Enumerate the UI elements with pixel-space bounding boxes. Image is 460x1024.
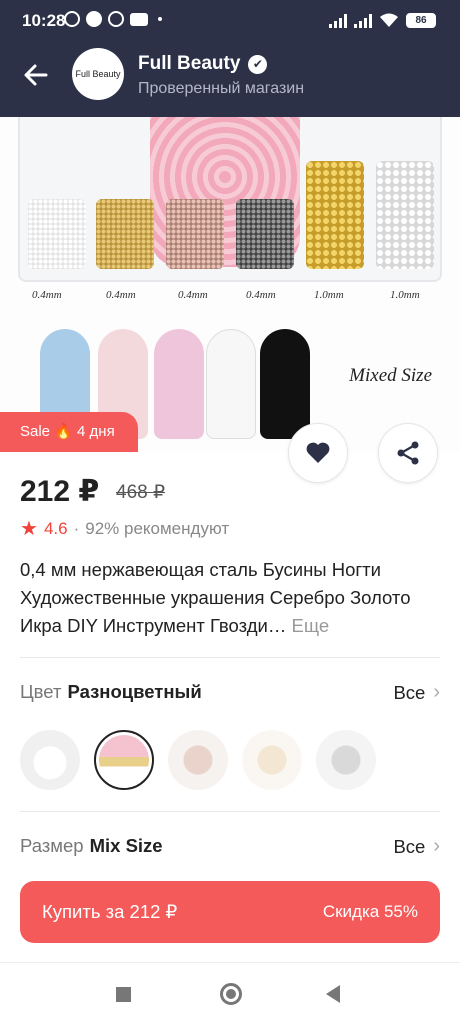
wifi-icon [380, 13, 398, 27]
show-more-link[interactable]: Еще [291, 615, 329, 636]
size-value: Mix Size [89, 835, 163, 856]
divider [20, 811, 440, 812]
alarm-icon [64, 11, 80, 27]
system-nav-bar [0, 962, 460, 1024]
size-label: 1.0mm [314, 289, 344, 301]
shop-name: Full Beauty [138, 53, 241, 74]
size-label: 1.0mm [390, 289, 420, 301]
bead-jar-gold-large [306, 161, 364, 269]
product-description[interactable]: 0,4 мм нержавеющая сталь Бусины Ногти Ху… [20, 556, 440, 640]
signal-icon [354, 13, 372, 28]
shop-logo[interactable]: Full Beauty [72, 48, 124, 100]
size-all-label: Все [393, 835, 426, 857]
color-swatch[interactable] [242, 730, 302, 790]
signal-icon [329, 13, 347, 28]
rating-separator: · [73, 518, 80, 538]
sale-badge: Sale 🔥 4 дня [0, 412, 138, 452]
buy-label: Купить за 212 ₽ [42, 901, 178, 922]
favorite-button[interactable] [288, 423, 348, 483]
size-label: Размер [20, 835, 84, 856]
bead-jar-rose [166, 199, 224, 269]
color-swatch-selected[interactable] [94, 730, 154, 790]
bead-jar-black [236, 199, 294, 269]
color-swatch[interactable] [316, 730, 376, 790]
size-label: 0.4mm [178, 289, 208, 301]
rating-row[interactable]: ★ 4.6 · 92% рекомендуют [20, 516, 229, 541]
chevron-right-icon: › [433, 835, 440, 857]
discount-label: Скидка 55% [322, 902, 418, 921]
status-time: 10:28 [22, 11, 66, 30]
whatsapp-icon [108, 11, 124, 27]
size-label: 0.4mm [246, 289, 276, 301]
mixed-size-label: Mixed Size [349, 365, 432, 386]
description-text: 0,4 мм нержавеющая сталь Бусины Ногти Ху… [20, 559, 411, 636]
recent-apps-icon[interactable] [116, 987, 131, 1002]
nail-sample [206, 329, 256, 439]
color-swatches [20, 730, 376, 790]
product-image[interactable]: 0.4mm 0.4mm 0.4mm 0.4mm 1.0mm 1.0mm Mixe… [0, 117, 460, 452]
status-bar: 10:28 86 [0, 0, 460, 42]
status-right-icons: 86 [329, 12, 436, 28]
shop-name-row[interactable]: Full Beauty ✔ [138, 53, 268, 75]
nail-sample [154, 329, 204, 439]
nail-sample [260, 329, 310, 439]
color-swatch[interactable] [20, 730, 80, 790]
size-option-row[interactable]: Размер Mix Size Все › [20, 835, 440, 865]
recommend-percent: 92% рекомендуют [85, 518, 230, 538]
top-bar: 10:28 86 Full Beauty Full Beauty ✔ Прове… [0, 0, 460, 117]
heart-icon [306, 442, 330, 463]
dot-icon [158, 17, 162, 21]
size-label: 0.4mm [106, 289, 136, 301]
old-price: 468 ₽ [116, 482, 166, 503]
color-value: Разноцветный [67, 681, 202, 702]
rating-value: 4.6 [43, 518, 68, 538]
share-button[interactable] [378, 423, 438, 483]
bead-jar-silver-large [376, 161, 434, 269]
battery-icon: 86 [406, 12, 436, 28]
divider [20, 657, 440, 658]
back-nav-icon[interactable] [326, 985, 340, 1003]
star-icon: ★ [20, 518, 38, 540]
home-icon[interactable] [220, 983, 242, 1005]
color-option-row[interactable]: Цвет Разноцветный Все › [20, 681, 440, 711]
shop-subtitle: Проверенный магазин [138, 80, 305, 97]
status-left-icons [64, 11, 162, 27]
chevron-right-icon: › [433, 681, 440, 703]
buy-button[interactable]: Купить за 212 ₽ Скидка 55% [20, 881, 440, 943]
bead-jar-gold [96, 199, 154, 269]
youtube-icon [130, 12, 148, 26]
arrow-left-icon[interactable] [22, 60, 50, 90]
verified-check-icon: ✔ [248, 54, 268, 74]
share-icon [397, 441, 419, 465]
bead-jar-silver [28, 199, 86, 269]
color-all-link[interactable]: Все › [393, 681, 440, 704]
chat-icon [86, 11, 102, 27]
current-price: 212 ₽ [20, 475, 100, 508]
color-label: Цвет [20, 681, 62, 702]
color-swatch[interactable] [168, 730, 228, 790]
color-all-label: Все [393, 681, 426, 703]
size-label: 0.4mm [32, 289, 62, 301]
size-all-link[interactable]: Все › [393, 835, 440, 858]
